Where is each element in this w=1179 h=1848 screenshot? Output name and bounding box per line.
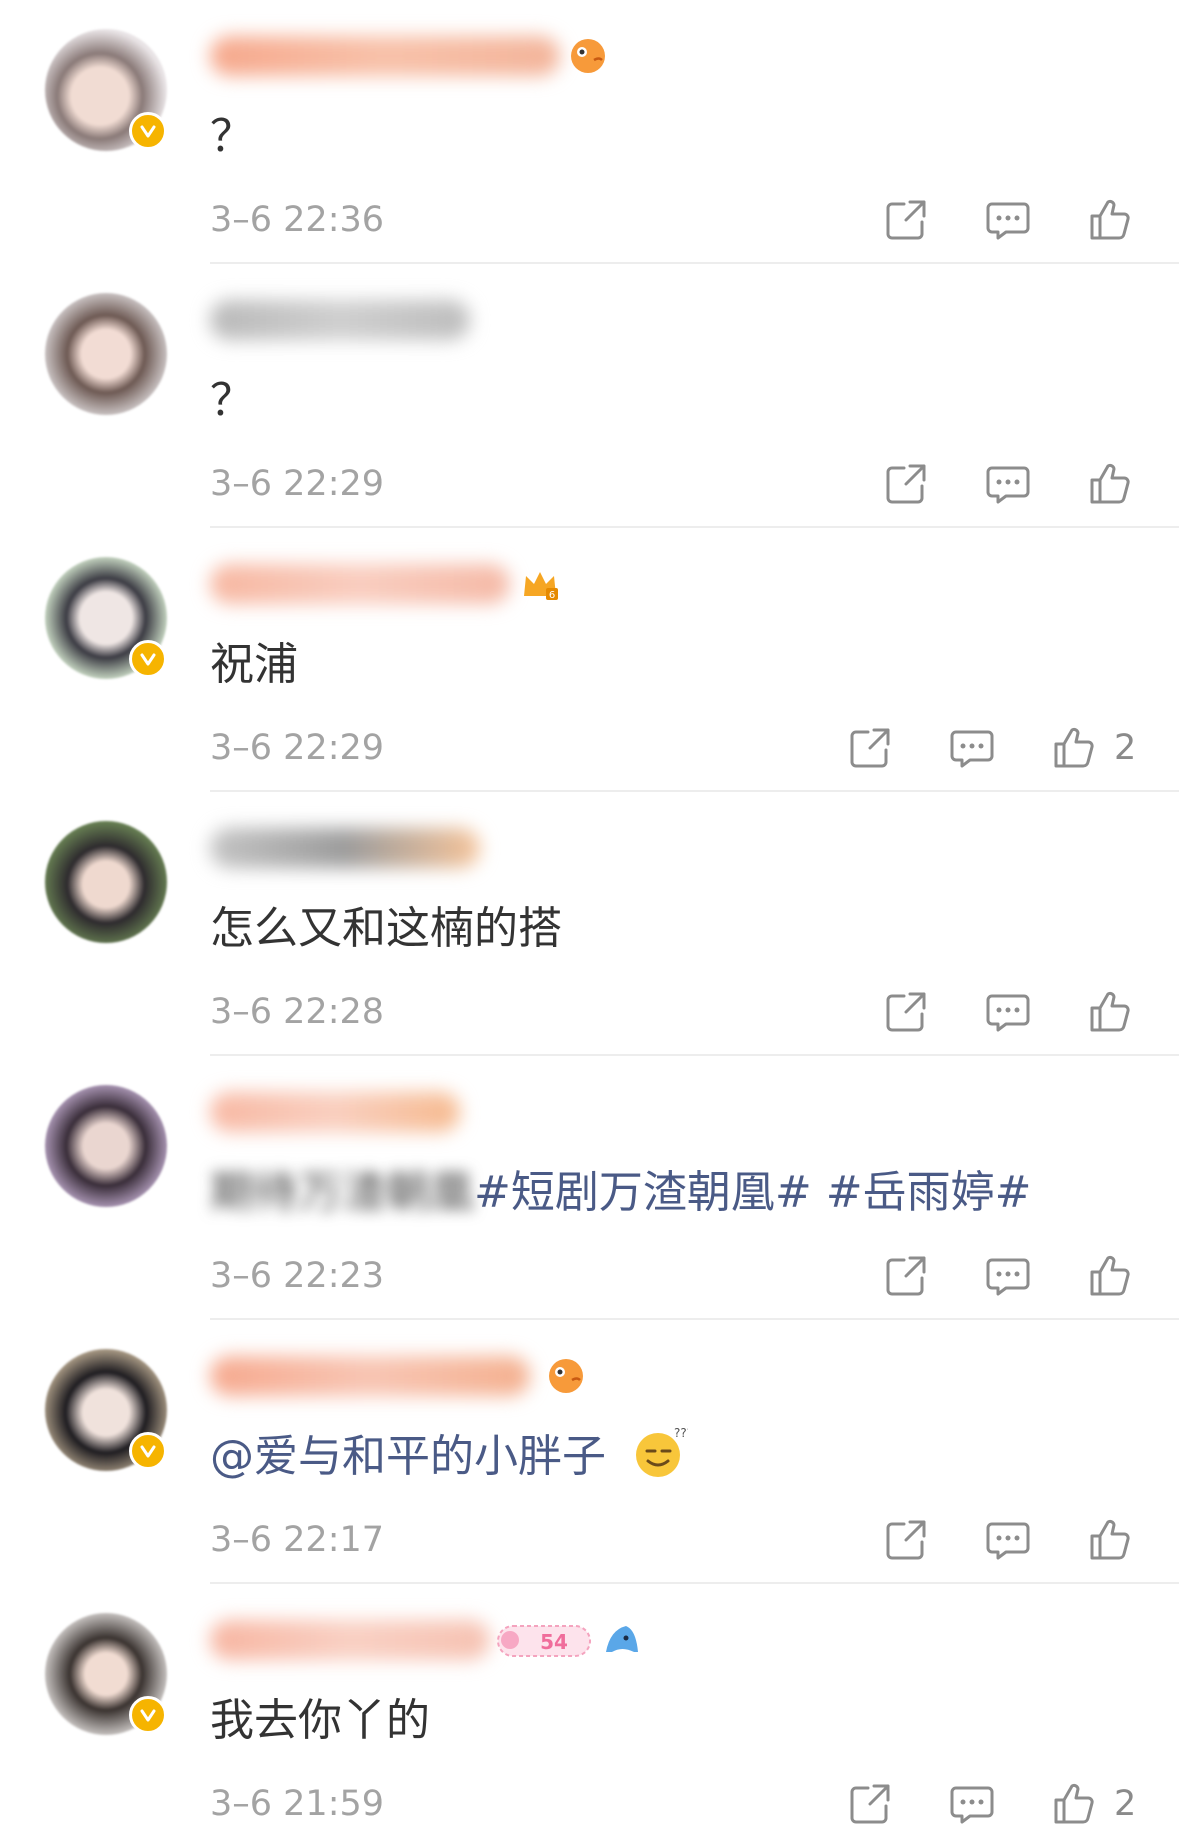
thumbs-up-icon[interactable] xyxy=(1086,460,1134,508)
share-icon[interactable] xyxy=(882,460,930,508)
level-54-badge-icon: 54 xyxy=(497,1625,591,1657)
like-count: 2 xyxy=(1114,1784,1137,1824)
comment-icon[interactable] xyxy=(984,460,1032,508)
svg-text:???: ??? xyxy=(674,1426,688,1440)
comment-timestamp: 3–6 22:29 xyxy=(210,728,385,768)
puffer-fish-badge-icon xyxy=(549,1359,583,1393)
avatar[interactable] xyxy=(45,1085,167,1207)
username-blurred[interactable] xyxy=(210,36,560,76)
username-blurred[interactable] xyxy=(210,300,470,340)
username-blurred[interactable] xyxy=(210,564,510,604)
comment-text: ？ xyxy=(210,111,254,162)
avatar[interactable] xyxy=(45,293,167,415)
verified-icon xyxy=(129,1432,167,1470)
avatar[interactable] xyxy=(45,821,167,943)
comment-icon[interactable] xyxy=(984,1516,1032,1564)
comment-timestamp: 3–6 22:17 xyxy=(210,1520,385,1560)
comment-timestamp: 3–6 22:23 xyxy=(210,1256,385,1296)
verified-icon xyxy=(129,1696,167,1734)
comment-item: 怎么又和这楠的搭 3–6 22:28 xyxy=(0,792,1179,1056)
comment-text: 祝浦 xyxy=(210,639,298,690)
comment-text: @爱与和平的小胖子 ??? xyxy=(210,1420,693,1484)
thumbs-up-icon[interactable] xyxy=(1086,196,1134,244)
puffer-fish-badge-icon xyxy=(571,39,605,73)
comment-text: 怎么又和这楠的搭 xyxy=(210,903,562,954)
comment-text: ？ xyxy=(210,375,254,426)
svg-text:6: 6 xyxy=(549,590,555,601)
username-blurred[interactable] xyxy=(210,828,480,868)
topic-link[interactable]: #短剧万渣朝凰# xyxy=(474,1167,812,1218)
thumbs-up-icon[interactable] xyxy=(1050,1780,1098,1828)
confused-smile-emoji-icon: ??? xyxy=(636,1426,693,1477)
shark-badge-icon xyxy=(606,1626,638,1652)
comment-item: 54 我去你丫的 3–6 21:59 2 xyxy=(0,1584,1179,1848)
thumbs-up-icon[interactable] xyxy=(1050,724,1098,772)
share-icon[interactable] xyxy=(882,1516,930,1564)
like-count: 2 xyxy=(1114,728,1137,768)
svg-text:54: 54 xyxy=(540,1630,568,1654)
comment-timestamp: 3–6 22:28 xyxy=(210,992,385,1032)
username-blurred[interactable] xyxy=(210,1092,460,1132)
comment-text: 我去你丫的 xyxy=(210,1695,430,1746)
crown-level-badge-icon: 6 xyxy=(524,572,558,601)
comment-timestamp: 3–6 22:36 xyxy=(210,200,385,240)
topic-link[interactable]: #岳雨婷# xyxy=(826,1167,1032,1218)
user-mention-link[interactable]: @爱与和平的小胖子 xyxy=(210,1431,606,1482)
share-icon[interactable] xyxy=(882,988,930,1036)
verified-icon xyxy=(129,640,167,678)
username-blurred[interactable] xyxy=(210,1620,490,1660)
comment-icon[interactable] xyxy=(948,724,996,772)
comment-item: 期待万渣朝凰#短剧万渣朝凰# #岳雨婷# 3–6 22:23 xyxy=(0,1056,1179,1320)
comment-item: ？ 3–6 22:29 xyxy=(0,264,1179,528)
thumbs-up-icon[interactable] xyxy=(1086,1252,1134,1300)
share-icon[interactable] xyxy=(846,724,894,772)
share-icon[interactable] xyxy=(846,1780,894,1828)
comment-icon[interactable] xyxy=(984,988,1032,1036)
username-blurred[interactable] xyxy=(210,1356,530,1396)
share-icon[interactable] xyxy=(882,1252,930,1300)
thumbs-up-icon[interactable] xyxy=(1086,1516,1134,1564)
comment-icon[interactable] xyxy=(948,1780,996,1828)
comment-item: ？ 3–6 22:36 xyxy=(0,0,1179,264)
comment-item: 6 祝浦 3–6 22:29 2 xyxy=(0,528,1179,792)
comment-item: @爱与和平的小胖子 ??? 3–6 22:17 xyxy=(0,1320,1179,1584)
comment-timestamp: 3–6 21:59 xyxy=(210,1784,385,1824)
comment-text: 期待万渣朝凰#短剧万渣朝凰# #岳雨婷# xyxy=(210,1156,1031,1220)
blurred-text: 期待万渣朝凰 xyxy=(210,1167,474,1218)
comment-icon[interactable] xyxy=(984,196,1032,244)
comment-timestamp: 3–6 22:29 xyxy=(210,464,385,504)
thumbs-up-icon[interactable] xyxy=(1086,988,1134,1036)
comment-icon[interactable] xyxy=(984,1252,1032,1300)
share-icon[interactable] xyxy=(882,196,930,244)
verified-icon xyxy=(129,112,167,150)
